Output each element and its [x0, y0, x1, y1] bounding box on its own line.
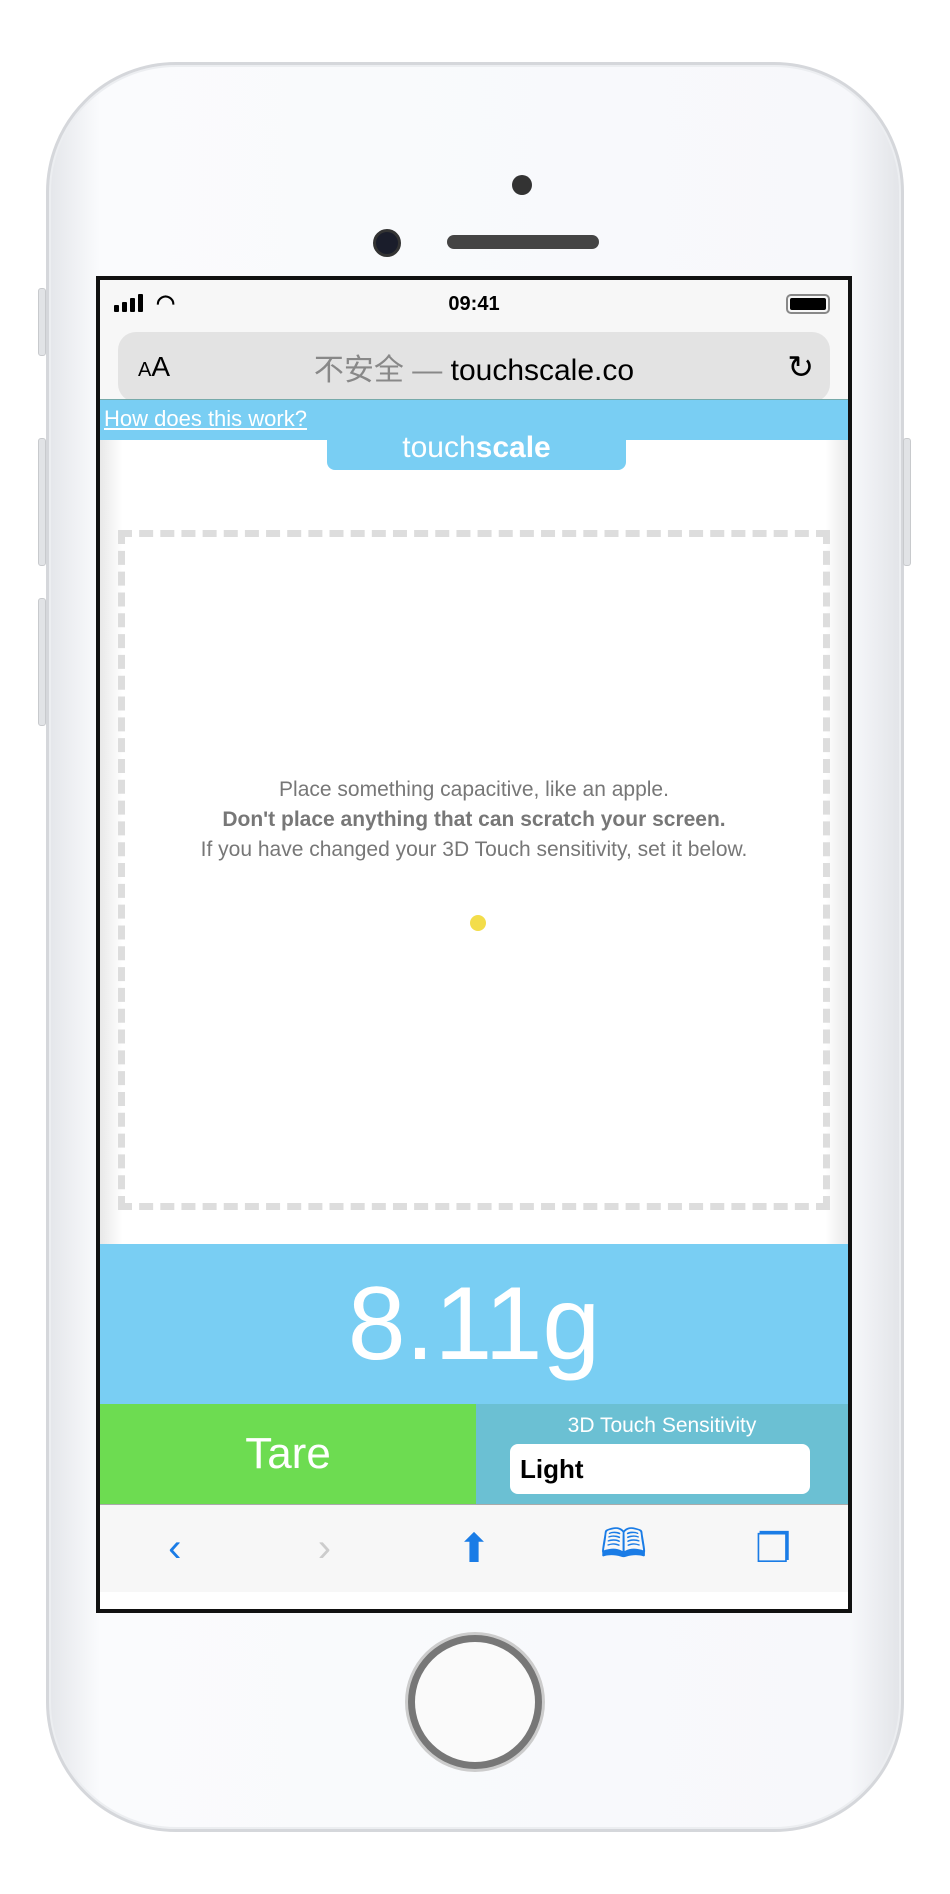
screen: ◠ 09:41 AA 不安全 — touchscale.co ↻ How doe… — [96, 276, 852, 1613]
browser-nav: AA 不安全 — touchscale.co ↻ — [100, 332, 848, 402]
url-display[interactable]: 不安全 — touchscale.co — [118, 345, 830, 389]
instruction-line: Place something capacitive, like an appl… — [279, 778, 669, 801]
logo: touchscale — [327, 430, 626, 470]
battery-icon — [786, 294, 830, 314]
how-it-works-link[interactable]: How does this work? — [104, 406, 307, 432]
weight-readout: 8.11g — [100, 1244, 848, 1404]
scale-area[interactable]: Place something capacitive, like an appl… — [100, 440, 848, 1244]
sensitivity-panel: 3D Touch Sensitivity Light — [476, 1404, 848, 1504]
power-button — [903, 438, 911, 566]
domain: touchscale.co — [450, 354, 635, 387]
book-icon[interactable]: 🕮 — [584, 1515, 664, 1583]
sensitivity-label: 3D Touch Sensitivity — [567, 1414, 757, 1437]
front-camera — [373, 229, 401, 257]
tabs-icon[interactable]: ❐ — [733, 1526, 813, 1572]
status-bar: ◠ 09:41 — [100, 280, 848, 332]
sensitivity-select[interactable]: Light — [510, 1444, 810, 1494]
tare-button[interactable]: Tare — [100, 1404, 476, 1504]
instructions: Place something capacitive, like an appl… — [100, 775, 848, 865]
home-button[interactable] — [408, 1635, 542, 1769]
earpiece-speaker — [447, 235, 599, 249]
share-icon[interactable]: ⬆ — [434, 1526, 514, 1572]
logo-light: touch — [402, 431, 476, 464]
touch-point — [470, 915, 486, 931]
site-header: How does this work? touchscale — [100, 399, 848, 470]
reload-icon[interactable]: ↻ — [787, 348, 814, 386]
instruction-line: If you have changed your 3D Touch sensit… — [200, 838, 748, 861]
mute-switch — [38, 288, 46, 356]
volume-down-button — [38, 598, 46, 726]
logo-bold: scale — [475, 431, 551, 464]
text-size-button[interactable]: AA — [138, 351, 170, 383]
controls: Tare 3D Touch Sensitivity Light — [100, 1404, 848, 1504]
chevron-left-icon[interactable]: ‹ — [135, 1526, 215, 1571]
warning-line: Don't place anything that can scratch yo… — [222, 808, 726, 831]
insecure-label: 不安全 — — [313, 354, 443, 387]
proximity-sensor — [512, 175, 532, 195]
address-bar[interactable]: AA 不安全 — touchscale.co ↻ — [118, 332, 830, 402]
volume-up-button — [38, 438, 46, 566]
browser-toolbar: ‹ › ⬆ 🕮 ❐ — [100, 1504, 848, 1592]
clock: 09:41 — [448, 293, 500, 315]
chevron-right-icon[interactable]: › — [284, 1526, 364, 1571]
placement-zone[interactable] — [118, 530, 830, 1210]
